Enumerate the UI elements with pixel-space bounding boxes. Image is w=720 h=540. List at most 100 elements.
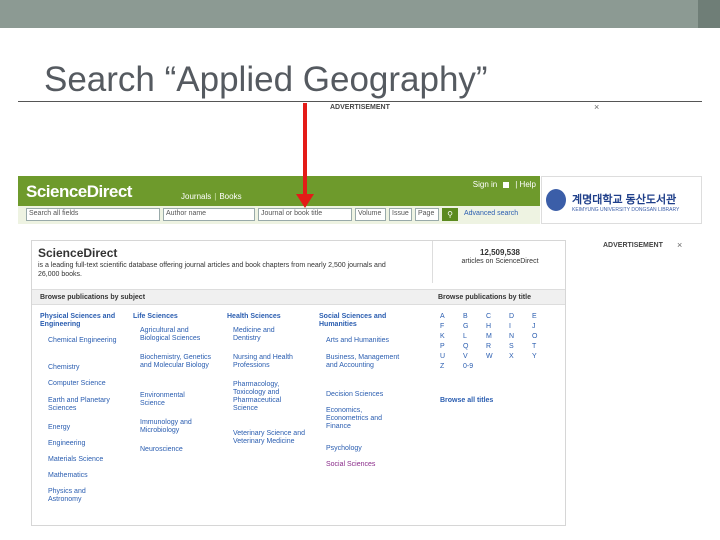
subject-link[interactable]: Economics, Econometrics and Finance (326, 407, 398, 431)
letter-link[interactable]: Q (463, 343, 468, 350)
sign-in-link[interactable]: Sign in (473, 180, 497, 189)
letter-link[interactable]: 0-9 (463, 363, 473, 370)
menu-square-icon (503, 181, 510, 188)
letter-link[interactable]: T (532, 343, 536, 350)
subject-link[interactable]: Arts and Humanities (326, 337, 416, 345)
letter-link[interactable]: B (463, 313, 468, 320)
subject-link[interactable]: Physics and Astronomy (48, 488, 108, 504)
letter-link[interactable]: Z (440, 363, 444, 370)
letter-link[interactable]: H (486, 323, 491, 330)
subject-link[interactable]: Biochemistry, Genetics and Molecular Bio… (140, 354, 212, 370)
subject-link[interactable]: Decision Sciences (326, 391, 408, 399)
nav-books[interactable]: Books (219, 192, 241, 201)
subject-link[interactable]: Chemistry (48, 364, 130, 372)
subject-link[interactable]: Energy (48, 424, 130, 432)
letter-link[interactable]: D (509, 313, 514, 320)
close-ad-icon[interactable]: × (594, 102, 599, 112)
letter-link[interactable]: W (486, 353, 493, 360)
search-icon[interactable]: ⚲ (442, 208, 458, 221)
subject-column-health: Health Sciences (227, 313, 317, 321)
subject-link[interactable]: Psychology (326, 445, 408, 453)
letter-link[interactable]: J (532, 323, 536, 330)
letter-link[interactable]: F (440, 323, 444, 330)
quick-search-bar: Search all fields Author name Journal or… (18, 206, 540, 224)
subject-link-visited[interactable]: Social Sciences (326, 461, 408, 469)
red-arrow-shaft (303, 103, 307, 198)
header-nav: Journals | Books (181, 192, 242, 201)
subject-link[interactable]: Computer Science (48, 380, 130, 388)
subject-link[interactable]: Agricultural and Biological Sciences (140, 327, 218, 343)
letter-link[interactable]: V (463, 353, 468, 360)
intro-description: is a leading full-text scientific databa… (38, 262, 386, 278)
sciencedirect-header: ScienceDirect Journals | Books Sign in | He… (18, 176, 540, 206)
subject-link[interactable]: Mathematics (48, 472, 130, 480)
letter-link[interactable]: G (463, 323, 468, 330)
title-divider (18, 101, 702, 102)
letter-link[interactable]: C (486, 313, 491, 320)
letter-link[interactable]: O (532, 333, 537, 340)
subject-heading-life[interactable]: Life Sciences (133, 313, 223, 321)
subject-heading-physical[interactable]: Physical Sciences and Engineering (40, 313, 130, 329)
subject-link[interactable]: Engineering (48, 440, 130, 448)
red-arrow-head-icon (296, 194, 314, 208)
letter-link[interactable]: N (509, 333, 514, 340)
subject-link[interactable]: Business, Management and Accounting (326, 354, 402, 370)
subject-link[interactable]: Medicine and Dentistry (233, 327, 293, 343)
letter-link[interactable]: S (509, 343, 514, 350)
intro-title: ScienceDirect (38, 246, 118, 260)
subject-heading-health[interactable]: Health Sciences (227, 313, 317, 321)
advanced-search-link[interactable]: Advanced search (464, 210, 518, 217)
subject-heading-social[interactable]: Social Sciences and Humanities (319, 313, 409, 329)
subject-link[interactable]: Nursing and Health Professions (233, 354, 309, 370)
issue-input[interactable]: Issue (389, 208, 412, 221)
intro-section: ScienceDirect is a leading full-text sci… (32, 241, 432, 283)
letter-link[interactable]: Y (532, 353, 537, 360)
browse-by-title-heading: Browse publications by title (438, 294, 531, 301)
browse-by-subject-heading: Browse publications by subject (40, 294, 146, 301)
subject-link[interactable]: Pharmacology, Toxicology and Pharmaceuti… (233, 381, 299, 413)
subject-link[interactable]: Materials Science (48, 456, 130, 464)
subject-link[interactable]: Veterinary Science and Veterinary Medici… (233, 430, 309, 446)
letter-link[interactable]: P (440, 343, 445, 350)
close-ad-icon[interactable]: × (677, 240, 682, 250)
library-name: 계명대학교 동산도서관 (572, 194, 677, 206)
letter-link[interactable]: M (486, 333, 492, 340)
nav-journals[interactable]: Journals (181, 192, 211, 201)
nav-separator: | (515, 180, 518, 189)
library-subtitle: KEIMYUNG UNIVERSITY DONGSAN LIBRARY (572, 207, 680, 213)
subject-link[interactable]: Neuroscience (140, 446, 222, 454)
subject-column-life: Life Sciences (133, 313, 223, 321)
letter-link[interactable]: R (486, 343, 491, 350)
article-count-label: articles on ScienceDirect (461, 258, 539, 265)
author-name-input[interactable]: Author name (163, 208, 255, 221)
subject-link[interactable]: Chemical Engineering (48, 337, 118, 345)
search-all-fields-input[interactable]: Search all fields (26, 208, 160, 221)
article-count: 12,509,538 (479, 248, 521, 257)
browse-all-titles-link[interactable]: Browse all titles (440, 397, 493, 404)
help-link[interactable]: Help (520, 180, 536, 189)
article-stats: 12,509,538 articles on ScienceDirect (432, 241, 566, 283)
slide-top-bar (0, 0, 720, 28)
letter-link[interactable]: X (509, 353, 514, 360)
volume-input[interactable]: Volume (355, 208, 386, 221)
subject-column-physical: Physical Sciences and Engineering (40, 313, 130, 329)
letter-link[interactable]: E (532, 313, 537, 320)
subject-column-social: Social Sciences and Humanities (319, 313, 409, 329)
journal-title-input[interactable]: Journal or book title (258, 208, 352, 221)
library-seal-icon (546, 189, 566, 211)
subject-link[interactable]: Immunology and Microbiology (140, 419, 206, 435)
subject-link[interactable]: Environmental Science (140, 392, 200, 408)
page-input[interactable]: Page (415, 208, 439, 221)
slide-title: Search “Applied Geography” (44, 60, 488, 99)
letter-link[interactable]: I (509, 323, 511, 330)
advertisement-label-right: ADVERTISEMENT (603, 242, 663, 249)
browse-header-bar: Browse publications by subject Browse pu… (32, 289, 565, 305)
library-banner: 계명대학교 동산도서관 KEIMYUNG UNIVERSITY DONGSAN … (541, 176, 702, 224)
subject-link[interactable]: Earth and Planetary Sciences (48, 397, 124, 413)
letter-link[interactable]: L (463, 333, 467, 340)
letter-link[interactable]: U (440, 353, 445, 360)
letter-link[interactable]: K (440, 333, 445, 340)
sciencedirect-logo[interactable]: ScienceDirect (26, 182, 132, 202)
slide-top-accent (698, 0, 720, 28)
letter-link[interactable]: A (440, 313, 445, 320)
